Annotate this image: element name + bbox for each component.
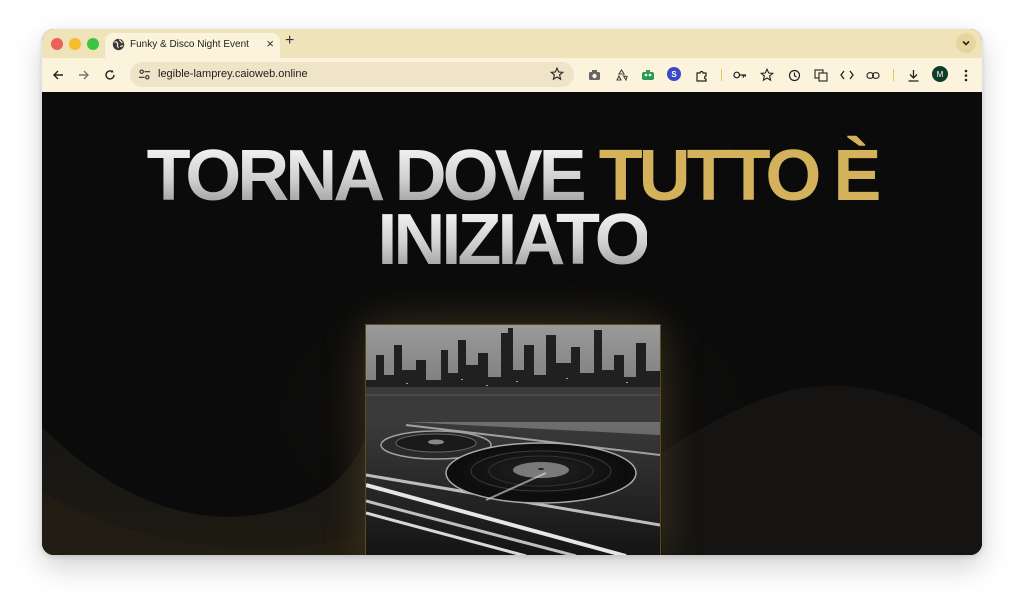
extension-s-label: S: [671, 69, 677, 79]
close-icon[interactable]: ×: [266, 36, 274, 51]
download-icon[interactable]: [906, 68, 920, 82]
browser-window: Funky & Disco Night Event × + legible-la…: [42, 29, 982, 555]
translate-icon[interactable]: [814, 68, 828, 82]
back-arrow-icon: [53, 70, 63, 80]
code-icon[interactable]: [840, 68, 854, 82]
reload-button[interactable]: [102, 67, 118, 83]
browser-toolbar: legible-lamprey.caioweb.online S M: [42, 58, 982, 92]
minimize-window-button[interactable]: [69, 38, 81, 50]
hero-line-1: TORNA DOVE TUTTO È: [42, 140, 982, 212]
back-button[interactable]: [50, 67, 66, 83]
chevron-down-icon: [962, 40, 970, 46]
tab-active[interactable]: Funky & Disco Night Event ×: [105, 33, 280, 58]
menu-icon[interactable]: [959, 68, 973, 82]
hero-line-2: INIZIATO: [42, 204, 982, 276]
forward-button[interactable]: [76, 67, 92, 83]
close-window-button[interactable]: [51, 38, 63, 50]
history-icon[interactable]: [787, 68, 801, 82]
extension-icon[interactable]: [641, 68, 655, 82]
camera-icon[interactable]: [587, 68, 601, 82]
hero-heading: TORNA DOVE TUTTO È INIZIATO: [42, 140, 982, 276]
profile-avatar[interactable]: M: [932, 66, 948, 82]
turntable-illustration: [366, 325, 660, 555]
maximize-window-button[interactable]: [87, 38, 99, 50]
extension-s-icon[interactable]: S: [667, 67, 681, 81]
star-icon[interactable]: [550, 67, 564, 81]
site-info-icon[interactable]: [138, 68, 151, 81]
url-text: legible-lamprey.caioweb.online: [158, 68, 308, 80]
star-plus-icon[interactable]: [760, 68, 774, 82]
forward-arrow-icon: [79, 70, 89, 80]
recycle-icon[interactable]: [614, 68, 628, 82]
hero-text-line2: INIZIATO: [377, 200, 650, 280]
profile-initial: M: [936, 69, 944, 79]
key-icon[interactable]: [733, 68, 747, 82]
toolbar-separator-2: [893, 69, 894, 81]
tab-title: Funky & Disco Night Event: [130, 39, 249, 50]
globe-icon: [112, 38, 125, 51]
tab-strip: Funky & Disco Night Event × +: [42, 29, 982, 58]
toolbar-separator: [721, 69, 722, 81]
address-bar[interactable]: legible-lamprey.caioweb.online: [130, 62, 574, 87]
page-viewport: TORNA DOVE TUTTO È INIZIATO: [42, 92, 982, 555]
turntable-image: [365, 324, 661, 555]
plus-icon[interactable]: +: [285, 32, 294, 50]
reload-icon: [105, 69, 115, 80]
tab-search-button[interactable]: [956, 33, 976, 53]
link-icon[interactable]: [866, 68, 880, 82]
puzzle-icon[interactable]: [694, 68, 708, 82]
